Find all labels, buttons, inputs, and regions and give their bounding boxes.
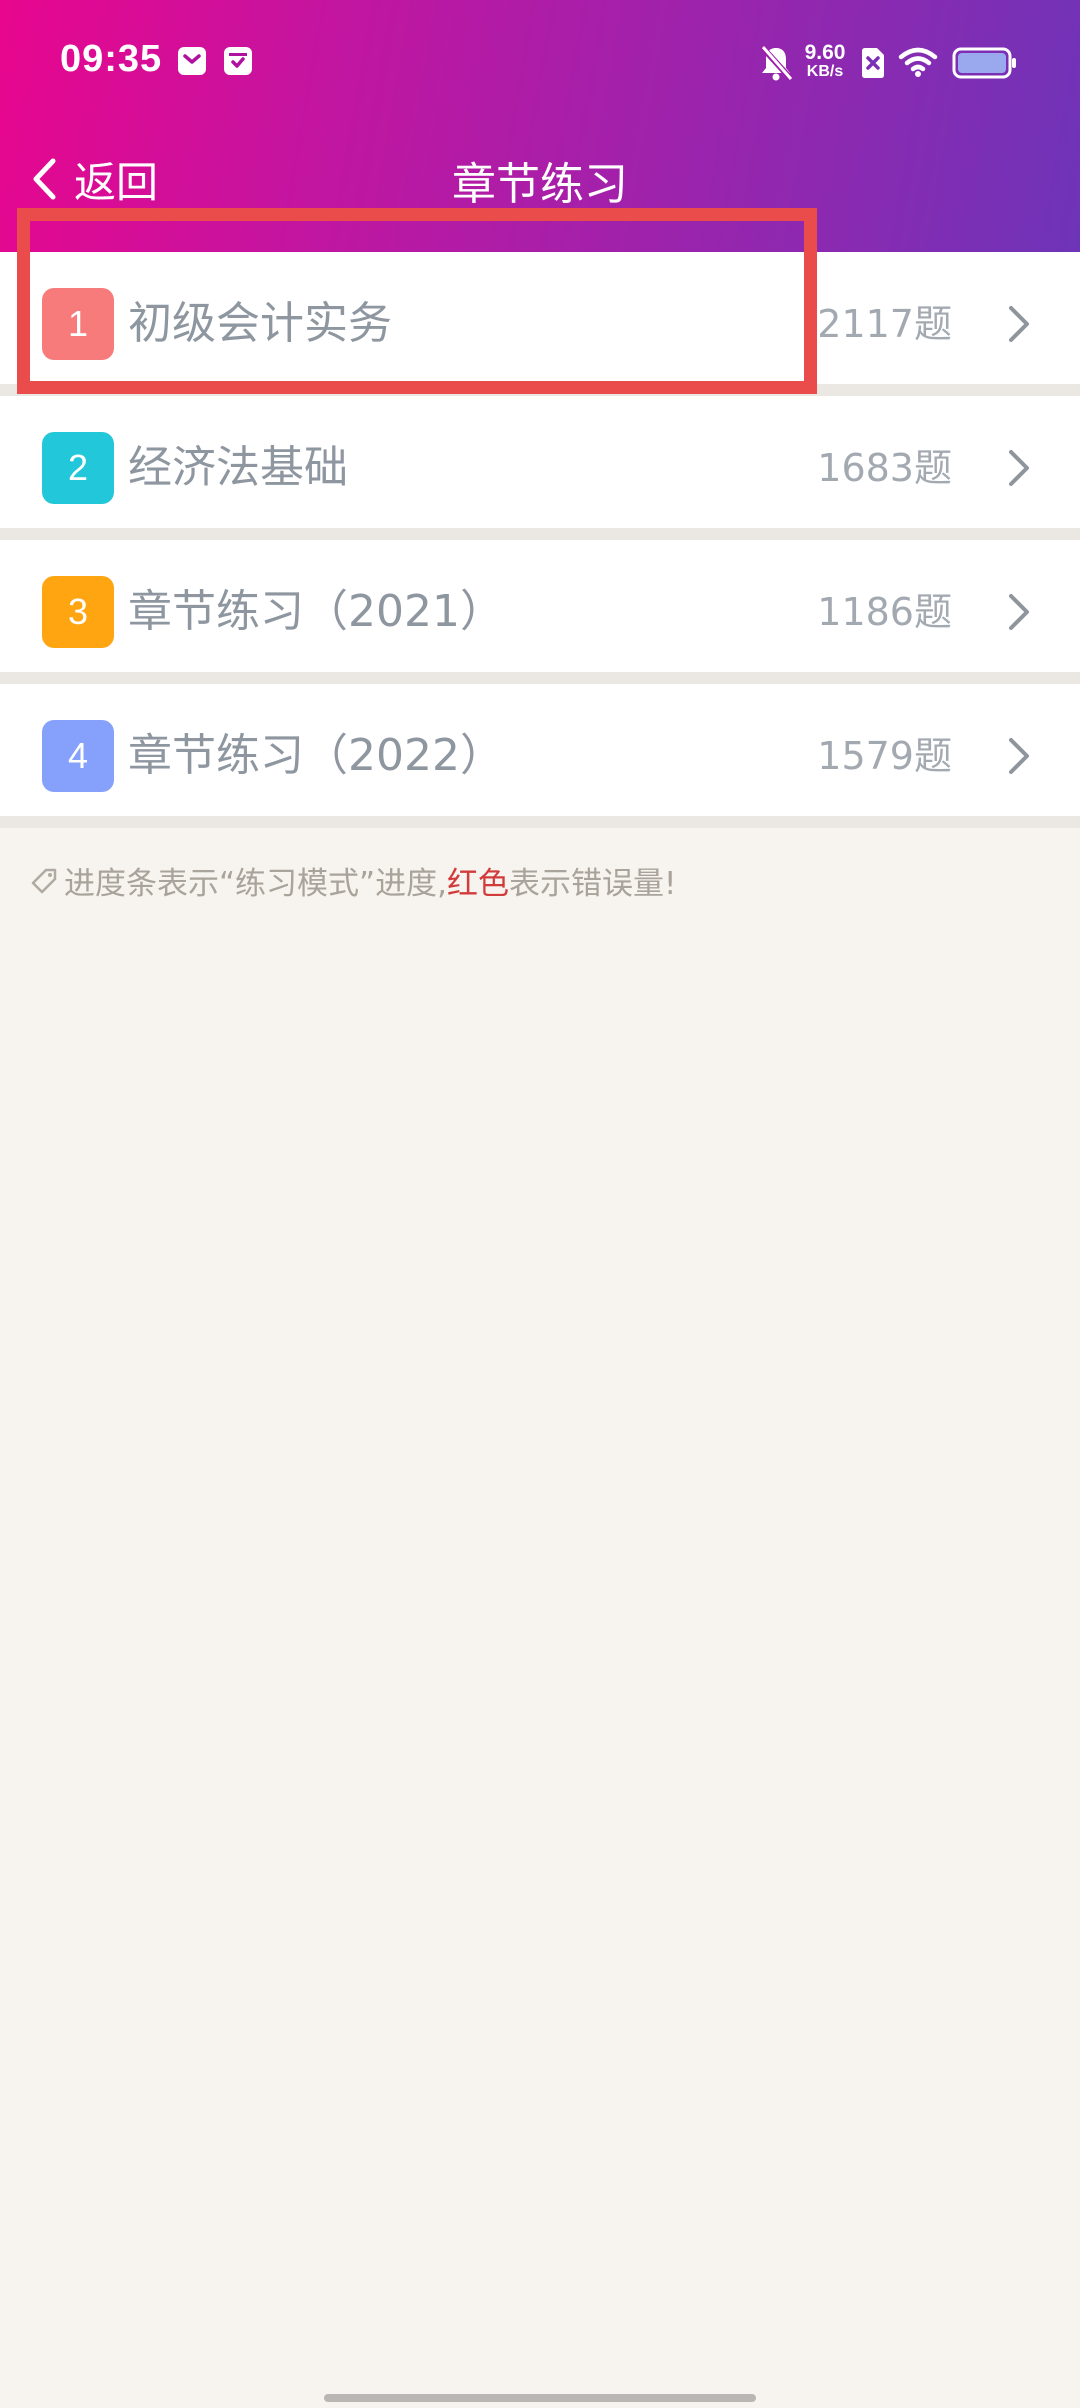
progress-hint: 进度条表示“练习模式”进度, 红色 表示错误量! bbox=[28, 858, 676, 903]
chevron-right-icon bbox=[1009, 594, 1029, 630]
tag-icon bbox=[31, 868, 57, 893]
question-count: 1186题 bbox=[817, 590, 952, 634]
chapter-name: 经济法基础 bbox=[128, 442, 348, 493]
chapter-name: 章节练习（2021） bbox=[128, 586, 504, 637]
hint-text-red: 红色 bbox=[446, 866, 509, 902]
chapter-item-3[interactable]: 3 章节练习（2021） 1186题 bbox=[0, 540, 1080, 684]
home-indicator[interactable] bbox=[324, 2394, 756, 2402]
notification-app-icon bbox=[178, 47, 206, 75]
question-count: 2117题 bbox=[817, 302, 952, 346]
question-count: 1579题 bbox=[817, 734, 952, 778]
no-sim-icon bbox=[862, 48, 884, 78]
chapter-name: 章节练习（2022） bbox=[128, 730, 504, 781]
chapter-index-badge: 2 bbox=[42, 432, 114, 504]
network-speed-value: 9.60 bbox=[804, 41, 846, 64]
chevron-right-icon bbox=[1009, 306, 1029, 342]
chevron-left-icon bbox=[33, 158, 56, 200]
page-title: 章节练习 bbox=[452, 159, 628, 210]
battery-icon bbox=[952, 47, 1016, 79]
wifi-icon bbox=[898, 47, 938, 77]
chapter-item-4[interactable]: 4 章节练习（2022） 1579题 bbox=[0, 684, 1080, 828]
chapter-index-badge: 3 bbox=[42, 576, 114, 648]
chapter-item-2[interactable]: 2 经济法基础 1683题 bbox=[0, 396, 1080, 540]
app-header: 09:35 9.60 KB/s 返回 章节练习 bbox=[0, 0, 1080, 252]
back-button[interactable]: 返回 bbox=[30, 144, 158, 214]
chapter-list: 1 初级会计实务 2117题 2 经济法基础 1683题 3 章节练习（2021… bbox=[0, 252, 1080, 828]
chapter-name: 初级会计实务 bbox=[128, 298, 392, 349]
chapter-index-badge: 4 bbox=[42, 720, 114, 792]
chapter-item-1[interactable]: 1 初级会计实务 2117题 bbox=[0, 252, 1080, 396]
chevron-right-icon bbox=[1009, 450, 1029, 486]
calendar-notification-icon bbox=[224, 47, 252, 75]
hint-text-prefix: 进度条表示“练习模式”进度, bbox=[64, 866, 447, 902]
network-speed: 9.60 KB/s bbox=[800, 42, 850, 80]
chevron-right-icon bbox=[1009, 738, 1029, 774]
chapter-index-badge: 1 bbox=[42, 288, 114, 360]
question-count: 1683题 bbox=[817, 446, 952, 490]
status-time: 09:35 bbox=[60, 38, 163, 80]
network-speed-unit: KB/s bbox=[806, 63, 844, 80]
bell-muted-icon bbox=[759, 44, 794, 82]
back-label: 返回 bbox=[74, 157, 159, 207]
hint-text-suffix: 表示错误量! bbox=[508, 866, 677, 902]
